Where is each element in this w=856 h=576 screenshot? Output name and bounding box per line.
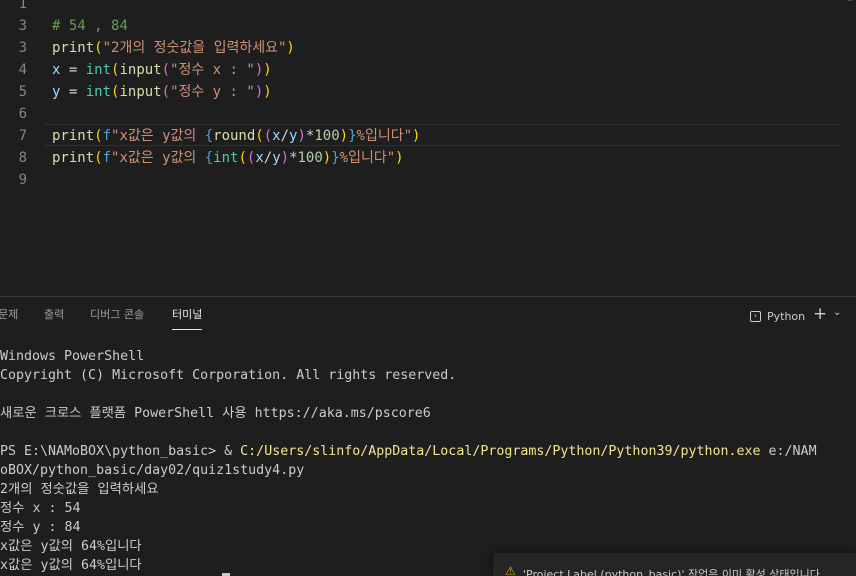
code-line[interactable]: 1 [0, 0, 856, 15]
terminal-output: x값은 y값의 64%입니다 [0, 539, 142, 554]
terminal-line: Windows PowerShell [0, 349, 145, 364]
code-text: print("2개의 정숫값을 입력하세요") [52, 40, 295, 56]
terminal-output: 2개의 정숫값을 입력하세요 [0, 482, 159, 497]
chevron-down-icon[interactable]: ⌄ [833, 307, 841, 318]
line-number: 4 [18, 62, 27, 78]
terminal-line: Copyright (C) Microsoft Corporation. All… [0, 368, 457, 383]
terminal-prompt: PS E:\NAMoBOX\python_basic> & [0, 444, 241, 459]
line-number: 7 [18, 128, 27, 144]
code-line[interactable]: 4 x = int(input("정수 x : ")) [0, 59, 856, 81]
terminal-output: 정수 y : 84 [0, 520, 81, 535]
code-text: print(f"x값은 y값의 {round((x/y)*100)}%입니다") [52, 128, 421, 144]
terminal-line: 새로운 크로스 플랫폼 PowerShell 사용 https://aka.ms… [0, 406, 431, 421]
tab-terminal[interactable]: 터미널 [172, 307, 203, 330]
line-number: 9 [18, 172, 27, 188]
terminal-icon: › [750, 310, 761, 322]
panel-tabs: 문제 출력 디버그 콘솔 터미널 › Python + ⌄ [0, 297, 856, 333]
plus-icon[interactable]: + [813, 304, 827, 324]
notification-toast[interactable]: ⚠ 'Project Label (python_basic)' 작업은 이미 … [493, 553, 856, 576]
terminal-command-line: PS E:\NAMoBOX\python_basic> & C:/Users/s… [0, 442, 817, 461]
bottom-panel: 문제 출력 디버그 콘솔 터미널 › Python + ⌄ Windows Po… [0, 296, 856, 576]
code-text: print(f"x값은 y값의 {int((x/y)*100)}%입니다") [52, 150, 404, 166]
line-number: 1 [18, 0, 27, 12]
tab-output[interactable]: 출력 [44, 307, 64, 323]
notification-text: 'Project Label (python_basic)' 작업은 이미 활성… [523, 568, 820, 576]
line-number: 6 [18, 106, 27, 122]
line-number: 3 [18, 40, 27, 56]
code-line[interactable]: 3 print("2개의 정숫값을 입력하세요") [0, 37, 856, 59]
line-number: 8 [18, 150, 27, 166]
python-exe-path: C:/Users/slinfo/AppData/Local/Programs/P… [240, 444, 761, 459]
line-number: 5 [18, 84, 27, 100]
code-line[interactable]: 6 [0, 103, 856, 125]
code-editor[interactable]: ▔ 1 3 # 54 , 84 3 print("2개의 정숫값을 입력하세요"… [0, 0, 856, 296]
tab-problems[interactable]: 문제 [0, 307, 18, 323]
code-line[interactable]: 3 # 54 , 84 [0, 15, 856, 37]
terminal-line: oBOX/python_basic/day02/quiz1study4.py [0, 463, 305, 478]
terminal-selector[interactable]: › Python [750, 307, 805, 325]
terminal-output: 정수 x : 54 [0, 501, 81, 516]
code-line[interactable]: 7 print(f"x값은 y값의 {round((x/y)*100)}%입니다… [0, 125, 856, 147]
warning-icon: ⚠ [505, 564, 516, 576]
code-text: y = int(input("정수 y : ")) [52, 84, 272, 100]
code-line[interactable]: 5 y = int(input("정수 y : ")) [0, 81, 856, 103]
code-text: x = int(input("정수 x : ")) [52, 62, 272, 78]
terminal-kind-label: Python [767, 309, 806, 323]
terminal-output: x값은 y값의 64%입니다 [0, 558, 142, 573]
code-text: # 54 , 84 [52, 18, 128, 34]
code-line[interactable]: 8 print(f"x값은 y값의 {int((x/y)*100)}%입니다") [0, 147, 856, 169]
tab-debug-console[interactable]: 디버그 콘솔 [90, 307, 144, 323]
script-arg: e:/NAM [760, 444, 817, 459]
code-line[interactable]: 9 [0, 169, 856, 191]
line-number: 3 [18, 18, 27, 34]
